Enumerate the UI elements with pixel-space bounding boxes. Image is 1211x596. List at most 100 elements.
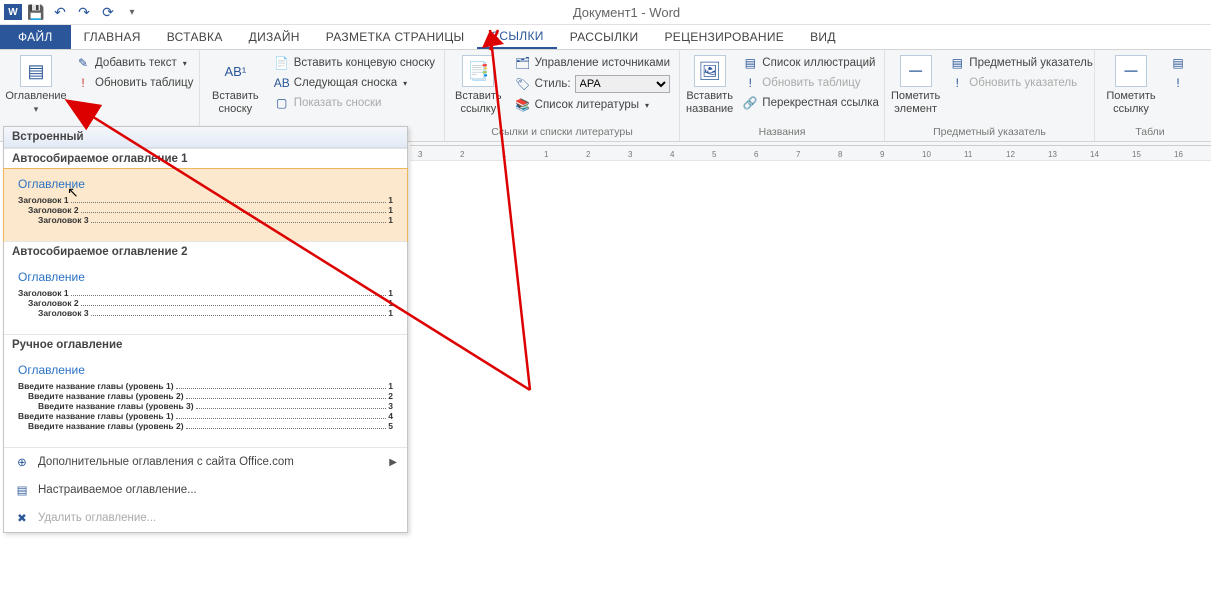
show-notes-button[interactable]: ▢Показать сноски — [271, 94, 438, 112]
tab-ссылки[interactable]: ССЫЛКИ — [477, 25, 556, 49]
toc-button[interactable]: ▤ Оглавление ▾ — [6, 52, 66, 115]
style-icon: 🏷 — [515, 76, 531, 92]
figures-icon: ▤ — [742, 55, 758, 71]
toc-preview-row: Заголовок 31 — [18, 308, 393, 318]
toc-preview-row: Заголовок 21 — [18, 298, 393, 308]
insert-caption-button[interactable]: 🖼 Вставить название — [686, 52, 733, 116]
toc-template-preview[interactable]: ОглавлениеЗаголовок 11Заголовок 21Заголо… — [3, 168, 408, 242]
ribbon-tabs: ФАЙЛГЛАВНАЯВСТАВКАДИЗАЙНРАЗМЕТКА СТРАНИЦ… — [0, 25, 1211, 50]
bibliography-button[interactable]: 📚Список литературы▾ — [512, 96, 673, 114]
ruler-tick: 14 — [1090, 150, 1099, 159]
toc-preview-row: Введите название главы (уровень 2)2 — [18, 391, 393, 401]
toc-preview-row: Заголовок 31 — [18, 215, 393, 225]
qat-more-icon[interactable]: ▾ — [122, 2, 142, 22]
custom-toc-button[interactable]: ▤ Настраиваемое оглавление... — [4, 476, 407, 504]
tab-вставка[interactable]: ВСТАВКА — [154, 25, 236, 49]
mark-entry-button[interactable]: － Пометить элемент — [891, 52, 940, 116]
update2-icon: ! — [742, 75, 758, 91]
chevron-right-icon: ▶ — [389, 457, 397, 468]
window-title: Документ1 - Word — [146, 5, 1207, 20]
remove-toc-icon: ✖ — [14, 510, 30, 526]
save-icon[interactable]: 💾 — [26, 2, 46, 22]
redo-icon[interactable]: ↷ — [74, 2, 94, 22]
word-icon: W — [4, 4, 22, 20]
toc-template-preview[interactable]: ОглавлениеЗаголовок 11Заголовок 21Заголо… — [4, 262, 407, 334]
mouse-cursor-icon: ↖ — [67, 184, 79, 201]
refresh-icon[interactable]: ⟳ — [98, 2, 118, 22]
index-icon: ▤ — [949, 55, 965, 71]
next-footnote-icon: AB — [274, 75, 290, 91]
tab-дизайн[interactable]: ДИЗАЙН — [236, 25, 313, 49]
toc-gallery-header: Встроенный — [4, 127, 407, 148]
toc-preview-row: Введите название главы (уровень 3)3 — [18, 401, 393, 411]
ruler-tick: 1 — [544, 150, 548, 159]
tab-рецензирование[interactable]: РЕЦЕНЗИРОВАНИЕ — [651, 25, 797, 49]
chevron-down-icon: ▾ — [34, 104, 39, 115]
group-authorities: － Пометить ссылку ▤ ! Табли — [1095, 50, 1205, 141]
manage-sources-button[interactable]: 🗂Управление источниками — [512, 54, 673, 72]
toc-preview-row: Заголовок 21 — [18, 205, 393, 215]
office-icon: ⊕ — [14, 454, 30, 470]
undo-icon[interactable]: ↶ — [50, 2, 70, 22]
tab-главная[interactable]: ГЛАВНАЯ — [71, 25, 154, 49]
update-icon: ! — [75, 75, 91, 91]
authorities-update-btn[interactable]: ! — [1167, 74, 1189, 92]
tab-файл[interactable]: ФАЙЛ — [0, 25, 71, 49]
cross-reference-button[interactable]: 🔗Перекрестная ссылка — [739, 94, 882, 112]
tab-разметка страницы[interactable]: РАЗМЕТКА СТРАНИЦЫ — [313, 25, 478, 49]
citation-style-select[interactable]: 🏷Стиль: APA — [512, 74, 673, 94]
quick-access-toolbar: W 💾 ↶ ↷ ⟳ ▾ Документ1 - Word — [0, 0, 1211, 25]
group-captions: 🖼 Вставить название ▤Список иллюстраций … — [680, 50, 885, 141]
group-citations: 📑 Вставить ссылку 🗂Управление источникам… — [445, 50, 680, 141]
ruler-tick: 3 — [628, 150, 632, 159]
ruler-tick: 12 — [1006, 150, 1015, 159]
ruler-tick: 11 — [964, 150, 972, 159]
toc-template-label: Автособираемое оглавление 1 — [4, 148, 407, 169]
ruler-tick: 5 — [712, 150, 716, 159]
toc-template-label: Автособираемое оглавление 2 — [4, 241, 407, 262]
toc-preview-row: Введите название главы (уровень 2)5 — [18, 421, 393, 431]
horizontal-ruler[interactable]: 3211234567891011121314151617 — [410, 142, 1211, 161]
insert-endnote-button[interactable]: 📄Вставить концевую сноску — [271, 54, 438, 72]
ruler-tick: 8 — [838, 150, 842, 159]
custom-toc-icon: ▤ — [14, 482, 30, 498]
footnote-icon: AB¹ — [219, 55, 251, 87]
next-footnote-button[interactable]: ABСледующая сноска▾ — [271, 74, 438, 92]
insert-index-button[interactable]: ▤Предметный указатель — [946, 54, 1096, 72]
toc-preview-row: Введите название главы (уровень 1)4 — [18, 411, 393, 421]
toc-preview-row: Введите название главы (уровень 1)1 — [18, 381, 393, 391]
auth-update-icon: ! — [1170, 75, 1186, 91]
ruler-tick: 2 — [586, 150, 590, 159]
ruler-tick: 10 — [922, 150, 931, 159]
group-index: － Пометить элемент ▤Предметный указатель… — [885, 50, 1095, 141]
mark-entry-icon: － — [900, 55, 932, 87]
citation-icon: 📑 — [462, 55, 494, 87]
tab-рассылки[interactable]: РАССЫЛКИ — [557, 25, 652, 49]
update-figures-button[interactable]: !Обновить таблицу — [739, 74, 882, 92]
insert-footnote-button[interactable]: AB¹ Вставить сноску — [206, 52, 265, 116]
caption-icon: 🖼 — [694, 55, 726, 87]
add-text-button[interactable]: ✎Добавить текст▾ — [72, 54, 196, 72]
more-toc-online-button[interactable]: ⊕ Дополнительные оглавления с сайта Offi… — [4, 448, 407, 476]
ruler-tick: 4 — [670, 150, 674, 159]
ruler-tick: 3 — [418, 150, 422, 159]
mark-citation-button[interactable]: － Пометить ссылку — [1101, 52, 1161, 116]
remove-toc-button: ✖ Удалить оглавление... — [4, 504, 407, 532]
authorities-icon-btn[interactable]: ▤ — [1167, 54, 1189, 72]
toc-template-preview[interactable]: Оглавление Введите название главы (уровен… — [4, 355, 407, 447]
auth-icon: ▤ — [1170, 55, 1186, 71]
update-table-button[interactable]: !Обновить таблицу — [72, 74, 196, 92]
tab-вид[interactable]: ВИД — [797, 25, 849, 49]
mark-citation-icon: － — [1115, 55, 1147, 87]
style-dropdown[interactable]: APA — [575, 75, 670, 93]
update-index-button[interactable]: !Обновить указатель — [946, 74, 1096, 92]
ruler-tick: 7 — [796, 150, 800, 159]
xref-icon: 🔗 — [742, 95, 758, 111]
toc-gallery-footer: ⊕ Дополнительные оглавления с сайта Offi… — [4, 447, 407, 532]
ruler-tick: 16 — [1174, 150, 1183, 159]
toc-preview-title: Оглавление — [18, 363, 393, 377]
insert-citation-button[interactable]: 📑 Вставить ссылку — [451, 52, 506, 116]
insert-table-figures-button[interactable]: ▤Список иллюстраций — [739, 54, 882, 72]
show-notes-icon: ▢ — [274, 95, 290, 111]
ruler-tick: 6 — [754, 150, 758, 159]
